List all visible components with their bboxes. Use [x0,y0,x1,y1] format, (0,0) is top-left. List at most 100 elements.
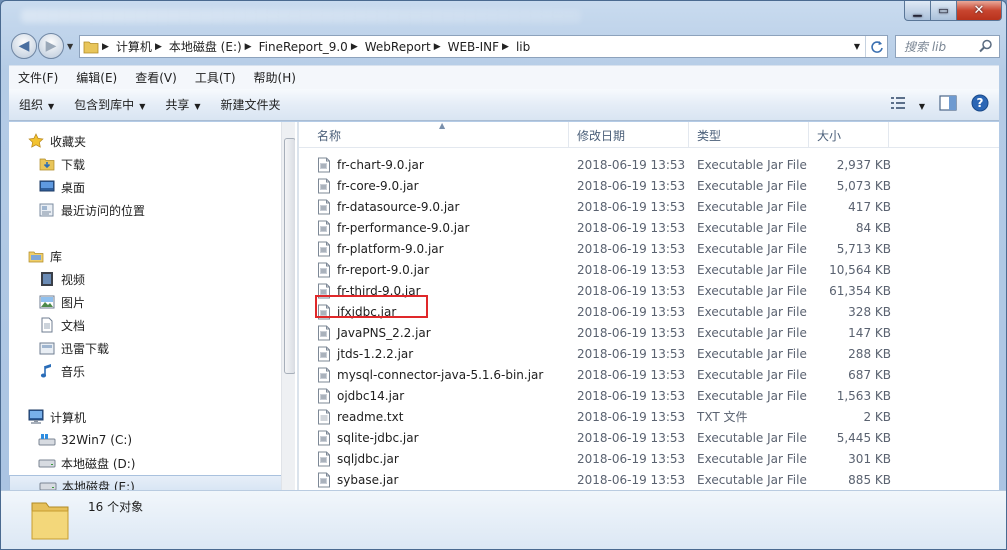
include-in-library-label: 包含到库中 [74,98,135,112]
nav-music-label: 音乐 [61,364,86,379]
nav-favorites[interactable]: 收藏夹 [9,130,86,152]
file-size: 147 KB [848,325,891,340]
new-folder-button[interactable]: 新建文件夹 [211,96,291,113]
nav-scrollbar[interactable] [281,122,295,490]
nav-libraries[interactable]: 库 [9,245,62,267]
menu-edit[interactable]: 编辑(E) [67,69,126,86]
include-in-library-button[interactable]: 包含到库中 ▼ [64,96,155,113]
nav-recent-places[interactable]: 最近访问的位置 [9,199,145,221]
file-type: Executable Jar File [697,262,807,277]
nav-documents[interactable]: 文档 [9,314,85,336]
file-size: 301 KB [848,451,891,466]
help-button[interactable]: ? [971,94,989,115]
nav-drive-c[interactable]: 32Win7 (C:) [9,429,132,451]
file-name-cell[interactable]: sqljdbc.jar [317,448,399,469]
breadcrumb-separator-icon[interactable]: ▶ [434,42,445,52]
nav-scrollbar-thumb[interactable] [284,138,295,374]
breadcrumb-lib[interactable]: lib [513,36,533,57]
refresh-button[interactable] [865,36,887,57]
breadcrumb-drive-e[interactable]: 本地磁盘 (E:) [166,36,245,57]
breadcrumb-separator-icon[interactable]: ▶ [245,42,256,52]
preview-pane-button[interactable] [939,95,957,114]
menu-help[interactable]: 帮助(H) [245,69,305,86]
file-row[interactable]: fr-chart-9.0.jar 2018-06-19 13:53 Executab… [309,154,899,175]
breadcrumb-finereport[interactable]: FineReport_9.0 [256,36,351,57]
address-bar[interactable]: ▶ 计算机 ▶ 本地磁盘 (E:) ▶ FineReport_9.0 ▶ Web… [79,35,888,58]
nav-pictures[interactable]: 图片 [9,291,85,313]
file-type: Executable Jar File [697,157,807,172]
nav-drive-d[interactable]: 本地磁盘 (D:) [9,452,135,474]
nav-drive-e-label: 本地磁盘 (E:) [62,479,135,491]
nav-computer[interactable]: 计算机 [9,406,86,428]
file-name-cell[interactable]: fr-platform-9.0.jar [317,238,444,259]
file-name-cell[interactable]: jtds-1.2.2.jar [317,343,413,364]
file-row[interactable]: jtds-1.2.2.jar 2018-06-19 13:53 Executable… [309,343,899,364]
file-name-cell[interactable]: JavaPNS_2.2.jar [317,322,431,343]
details-pane: 16 个对象 [1,490,1006,549]
file-name: readme.txt [337,409,404,424]
menu-tools[interactable]: 工具(T) [186,69,245,86]
nav-music[interactable]: 音乐 [9,360,85,382]
search-input[interactable]: 搜索 lib [895,35,1000,58]
minimize-button[interactable]: ▁ [904,1,931,21]
file-row[interactable]: fr-datasource-9.0.jar 2018-06-19 13:53 Exe… [309,196,899,217]
share-button[interactable]: 共享 ▼ [155,96,210,113]
file-row[interactable]: fr-platform-9.0.jar 2018-06-19 13:53 Execu… [309,238,899,259]
file-row[interactable]: JavaPNS_2.2.jar 2018-06-19 13:53 Executabl… [309,322,899,343]
file-date: 2018-06-19 13:53 [577,472,686,487]
back-button[interactable]: ◀ [11,33,37,59]
maximize-button[interactable]: ▭ [931,1,957,21]
file-row[interactable]: sqlite-jdbc.jar 2018-06-19 13:53 Executabl… [309,427,899,448]
breadcrumb-separator-icon[interactable]: ▶ [351,42,362,52]
menu-view[interactable]: 查看(V) [126,69,186,86]
file-size: 61,354 KB [829,283,891,298]
file-row[interactable]: readme.txt 2018-06-19 13:53 TXT 文件 2 KB [309,406,899,427]
file-name-cell[interactable]: fr-performance-9.0.jar [317,217,469,238]
file-row[interactable]: fr-core-9.0.jar 2018-06-19 13:53 Executabl… [309,175,899,196]
file-name: sqljdbc.jar [337,451,399,466]
breadcrumb-separator-icon[interactable]: ▶ [155,42,166,52]
forward-button[interactable]: ▶ [38,33,64,59]
nav-videos[interactable]: 视频 [9,268,85,290]
breadcrumb-separator-icon[interactable]: ▶ [102,42,113,52]
file-row[interactable]: fr-report-9.0.jar 2018-06-19 13:53 Executa… [309,259,899,280]
breadcrumb-web-inf[interactable]: WEB-INF [445,36,502,57]
nav-desktop[interactable]: 桌面 [9,176,85,198]
menu-file[interactable]: 文件(F) [9,69,67,86]
organize-button[interactable]: 组织 ▼ [9,96,64,113]
file-name-cell[interactable]: fr-report-9.0.jar [317,259,429,280]
file-row[interactable]: sqljdbc.jar 2018-06-19 13:53 Executable Ja… [309,448,899,469]
address-history-dropdown[interactable]: ▼ [849,42,865,51]
breadcrumb-computer[interactable]: 计算机 [113,36,155,57]
nav-downloads[interactable]: 下载 [9,153,85,175]
title-bar[interactable]: ▁ ▭ ✕ [1,1,1006,29]
file-row[interactable]: mysql-connector-java-5.1.6-bin.jar 2018-0… [309,364,899,385]
column-header-type[interactable]: 类型 [689,122,809,148]
nav-thunder-downloads[interactable]: 迅雷下载 [9,337,109,359]
breadcrumb-webreport[interactable]: WebReport [362,36,434,57]
column-header-date[interactable]: 修改日期 [569,122,689,148]
nav-drive-e[interactable]: 本地磁盘 (E:) [9,475,283,490]
column-header-name[interactable]: 名称 [309,122,569,148]
file-name-cell[interactable]: sqlite-jdbc.jar [317,427,419,448]
file-name: fr-platform-9.0.jar [337,241,444,256]
search-placeholder: 搜索 lib [904,40,947,54]
view-options-button[interactable]: ▼ [891,97,925,112]
file-name-cell[interactable]: fr-chart-9.0.jar [317,154,424,175]
nav-drive-c-label: 32Win7 (C:) [61,433,133,447]
file-row[interactable]: sybase.jar 2018-06-19 13:53 Executable Jar… [309,469,899,490]
file-name-cell[interactable]: mysql-connector-java-5.1.6-bin.jar [317,364,543,385]
file-row[interactable]: ojdbc14.jar 2018-06-19 13:53 Executable Ja… [309,385,899,406]
arrow-right-icon: ▶ [45,38,57,54]
file-name-cell[interactable]: ojdbc14.jar [317,385,404,406]
file-name-cell[interactable]: sybase.jar [317,469,398,490]
breadcrumb-separator-icon[interactable]: ▶ [502,42,513,52]
file-name-cell[interactable]: readme.txt [317,406,403,427]
close-button[interactable]: ✕ [957,1,1002,21]
file-date: 2018-06-19 13:53 [577,451,686,466]
recent-pages-button[interactable]: ▼ [67,42,73,51]
file-name-cell[interactable]: fr-core-9.0.jar [317,175,419,196]
file-name-cell[interactable]: fr-datasource-9.0.jar [317,196,459,217]
column-header-size[interactable]: 大小 [809,122,889,148]
file-row[interactable]: fr-performance-9.0.jar 2018-06-19 13:53 Ex… [309,217,899,238]
